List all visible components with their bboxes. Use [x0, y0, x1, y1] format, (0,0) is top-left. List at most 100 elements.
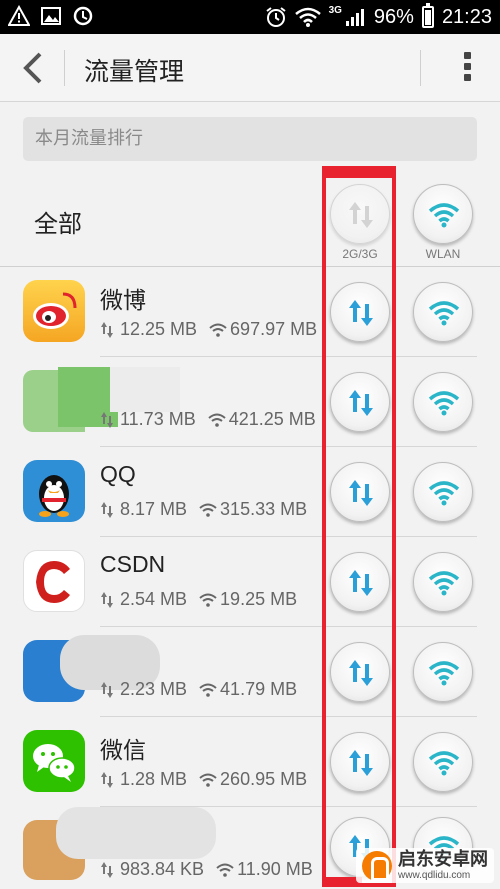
app-name: CSDN	[100, 551, 166, 577]
mobile-data-toggle[interactable]	[330, 372, 390, 432]
wifi-icon	[294, 7, 321, 27]
mobile-usage: 2.54 MB	[120, 589, 188, 609]
wifi-usage: 19.25 MB	[220, 589, 298, 609]
data-arrows-icon	[349, 750, 373, 776]
wifi-icon	[428, 571, 460, 596]
wifi-usage: 697.97 MB	[230, 319, 318, 339]
app-name: QQ	[100, 461, 136, 487]
wlan-toggle[interactable]	[413, 462, 473, 522]
data-arrows-icon	[101, 591, 113, 608]
data-arrows-icon	[349, 390, 373, 416]
wlan-toggle[interactable]	[413, 552, 473, 612]
data-arrows-icon	[101, 771, 113, 788]
all-label: 全部	[34, 210, 82, 238]
wifi-icon	[208, 413, 226, 427]
network-type: 3G	[328, 4, 342, 16]
data-arrows-icon	[349, 480, 373, 506]
all-wlan-toggle[interactable]	[413, 184, 473, 244]
app-usage: 983.84 KB 11.90 MB	[100, 859, 313, 880]
pixelated-region	[110, 367, 180, 412]
mobile-data-toggle[interactable]	[330, 282, 390, 342]
app-row: 微博 12.25 MB 697.97 MB	[0, 267, 500, 357]
wlan-toggle[interactable]	[413, 282, 473, 342]
data-arrows-icon	[349, 660, 373, 686]
data-arrows-icon	[101, 321, 113, 338]
wlan-toggle[interactable]	[413, 642, 473, 702]
mobile-usage: 2.23 MB	[120, 679, 188, 699]
clock: 21:23	[441, 5, 492, 28]
app-row: QQ 8.17 MB 315.33 MB	[0, 447, 500, 537]
qq-app-icon	[23, 460, 85, 522]
battery-icon	[421, 3, 434, 28]
wifi-usage: 421.25 MB	[228, 409, 316, 429]
signal-icon	[345, 9, 364, 26]
col-label-mobile: 2G/3G	[342, 247, 378, 261]
wifi-icon	[428, 203, 460, 228]
alarm-icon	[265, 7, 286, 27]
col-label-wlan: WLAN	[425, 247, 461, 261]
action-bar: 流量管理	[0, 34, 500, 102]
wifi-icon	[199, 593, 217, 607]
mobile-data-toggle[interactable]	[330, 642, 390, 702]
data-arrows-icon	[101, 681, 113, 698]
app-row: 2.23 MB 41.79 MB	[0, 627, 500, 717]
warning-icon	[8, 5, 30, 26]
data-arrows-icon	[101, 411, 113, 428]
mobile-data-toggle[interactable]	[330, 732, 390, 792]
wifi-icon	[216, 863, 234, 877]
watermark-logo-icon	[362, 850, 392, 881]
wifi-usage: 315.33 MB	[220, 499, 308, 519]
csdn-app-icon	[23, 550, 85, 612]
app-row: 11.73 MB 421.25 MB	[0, 357, 500, 447]
section-header: 本月流量排行	[23, 117, 477, 161]
watermark-title: 启东安卓网	[398, 849, 488, 871]
wifi-icon	[428, 661, 460, 686]
all-mobile-data-toggle[interactable]	[330, 184, 390, 244]
wifi-icon	[428, 481, 460, 506]
data-arrows-icon	[349, 202, 373, 228]
wifi-icon	[199, 503, 217, 517]
status-bar: 3G 96% 21:23	[0, 0, 500, 34]
app-name: 微博	[100, 287, 146, 313]
mobile-usage: 983.84 KB	[120, 859, 205, 879]
action-bar-divider	[64, 50, 65, 86]
app-name: 微信	[100, 737, 146, 763]
wifi-icon	[428, 301, 460, 326]
data-arrows-icon	[349, 300, 373, 326]
pixelated-region	[56, 807, 216, 859]
wifi-usage: 41.79 MB	[220, 679, 298, 699]
wifi-usage: 11.90 MB	[237, 859, 313, 879]
wlan-toggle[interactable]	[413, 372, 473, 432]
wifi-icon	[209, 323, 227, 337]
gallery-icon	[41, 7, 61, 25]
watermark-url: www.qdlidu.com	[398, 870, 471, 881]
all-apps-row: 全部 2G/3G WLAN	[0, 170, 500, 267]
app-usage: 8.17 MB 315.33 MB	[100, 499, 307, 520]
mobile-data-toggle[interactable]	[330, 552, 390, 612]
app-usage: 2.54 MB 19.25 MB	[100, 589, 297, 610]
wifi-icon	[428, 751, 460, 776]
weibo-app-icon	[23, 280, 85, 342]
app-usage: 11.73 MB 421.25 MB	[100, 409, 316, 430]
app-row: 微信 1.28 MB 260.95 MB	[0, 717, 500, 807]
mobile-usage: 11.73 MB	[120, 409, 196, 429]
mobile-usage: 12.25 MB	[120, 319, 198, 339]
data-arrows-icon	[101, 861, 113, 878]
battery-percent: 96%	[373, 5, 414, 28]
back-arrow-icon[interactable]	[18, 50, 52, 86]
wechat-app-icon	[23, 730, 85, 792]
mobile-usage: 1.28 MB	[120, 769, 188, 789]
overflow-menu-icon[interactable]	[460, 52, 474, 84]
data-arrows-icon	[349, 570, 373, 596]
wifi-icon	[428, 391, 460, 416]
action-bar-divider	[420, 50, 421, 86]
wlan-toggle[interactable]	[413, 732, 473, 792]
wifi-icon	[199, 773, 217, 787]
app-row: CSDN 2.54 MB 19.25 MB	[0, 537, 500, 627]
app-usage: 2.23 MB 41.79 MB	[100, 679, 297, 700]
data-arrows-icon	[101, 501, 113, 518]
mobile-data-toggle[interactable]	[330, 462, 390, 522]
wifi-icon	[199, 683, 217, 697]
page-title: 流量管理	[84, 57, 185, 86]
app-usage: 12.25 MB 697.97 MB	[100, 319, 317, 340]
